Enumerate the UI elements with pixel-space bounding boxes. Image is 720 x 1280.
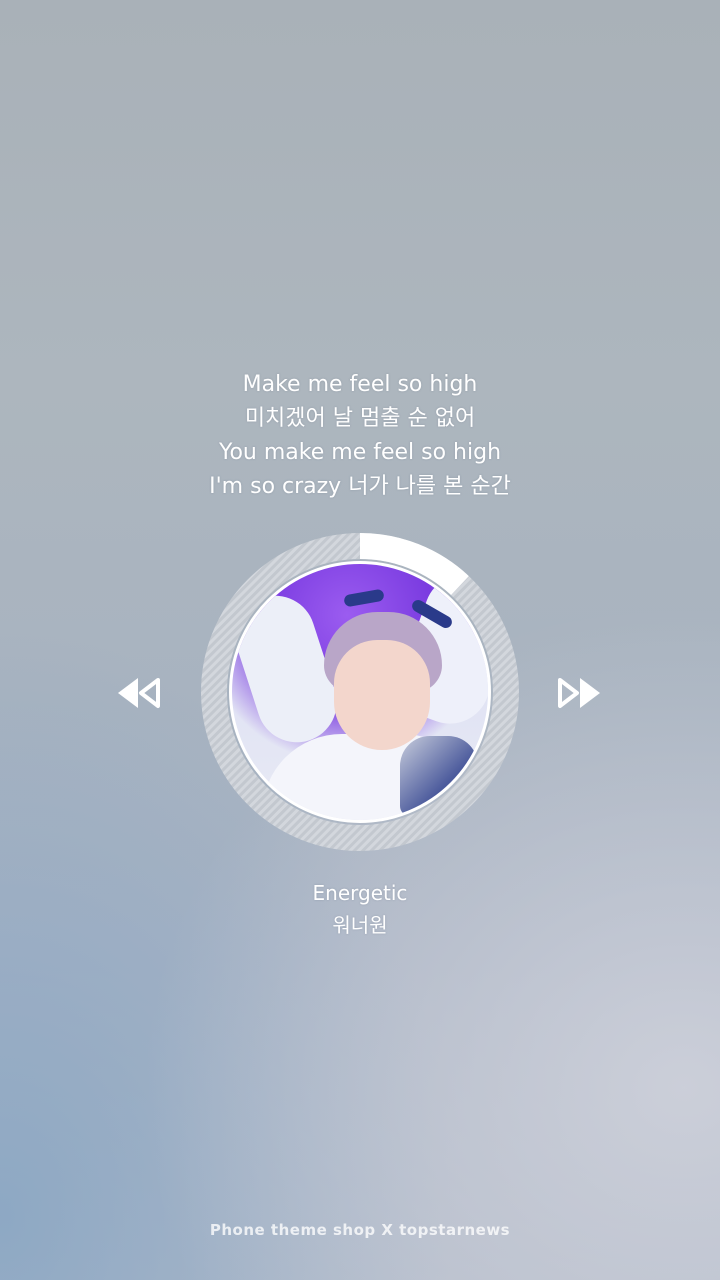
song-title: Energetic (312, 881, 408, 905)
rewind-icon (118, 678, 160, 708)
previous-button[interactable] (116, 674, 162, 712)
music-player (200, 532, 520, 852)
lyric-line-3: You make me feel so high (218, 440, 502, 465)
song-artist: 워너원 (332, 913, 388, 937)
footer-credit: Phone theme shop X topstarnews (209, 1221, 511, 1239)
song-info: Energetic 워너원 (0, 877, 720, 941)
next-button[interactable] (556, 674, 602, 712)
lyric-line-2: 미치겠어 날 멈출 순 없어 (244, 406, 476, 431)
fast-forward-icon (558, 678, 600, 708)
lyrics-block: Make me feel so high 미치겠어 날 멈출 순 없어 You … (0, 368, 720, 504)
lyric-line-1: Make me feel so high (242, 372, 478, 397)
album-art (229, 561, 491, 823)
lyric-line-4: I'm so crazy 너가 나를 본 순간 (209, 474, 511, 499)
